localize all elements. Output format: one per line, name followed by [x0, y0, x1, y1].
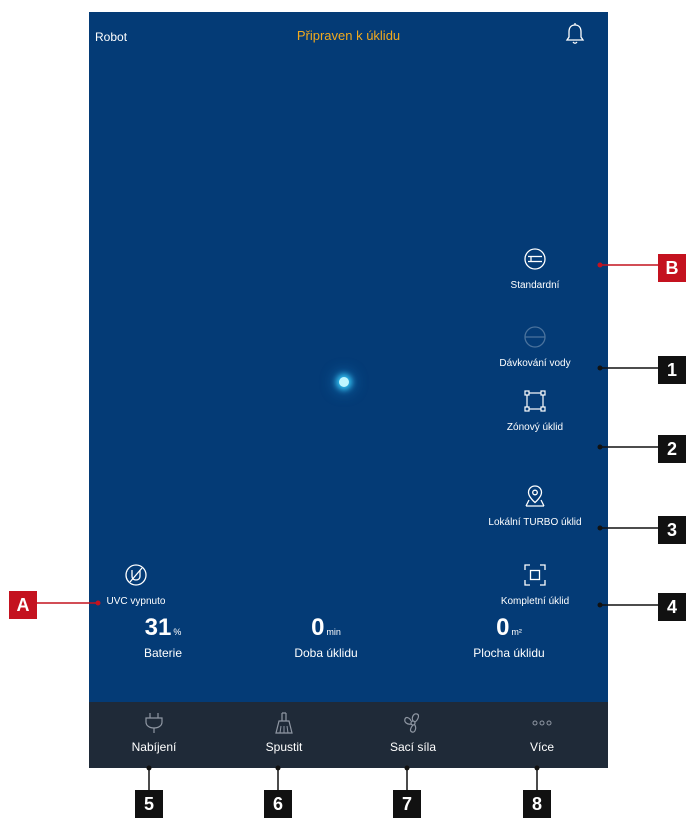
status-title: Připraven k úklidu	[296, 28, 401, 43]
full-clean-label: Kompletní úklid	[500, 596, 570, 607]
local-turbo-clean-button[interactable]: Lokální TURBO úklid	[460, 484, 608, 528]
full-clean-icon	[524, 564, 546, 586]
callout-8: 8	[523, 790, 551, 818]
app-screen: Robot Připraven k úklidu Standardní Dávk…	[89, 12, 608, 768]
full-clean-button[interactable]: Kompletní úklid	[460, 563, 608, 607]
callout-2: 2	[658, 435, 686, 463]
uvc-off-icon	[125, 564, 147, 586]
clean-area-unit: m²	[511, 627, 522, 637]
callout-a: A	[9, 591, 37, 619]
callout-1: 1	[658, 356, 686, 384]
standard-mode-label: Standardní	[510, 280, 560, 291]
nav-suction-power[interactable]: Sací síla	[348, 702, 478, 768]
zone-clean-button[interactable]: Zónový úklid	[460, 389, 608, 433]
clean-time-stat: 0 min Doba úklidu	[251, 614, 401, 660]
bell-icon[interactable]	[564, 22, 586, 46]
clean-time-label: Doba úklidu	[294, 646, 358, 660]
nav-suction-power-label: Sací síla	[389, 740, 437, 754]
nav-start[interactable]: Spustit	[219, 702, 349, 768]
zone-clean-label: Zónový úklid	[506, 422, 564, 433]
battery-value: 31	[144, 614, 172, 641]
clean-area-value: 0	[496, 614, 510, 641]
nav-more-label: Více	[529, 740, 554, 754]
uvc-label: UVC vypnuto	[106, 596, 166, 607]
clean-area-label: Plocha úklidu	[473, 646, 545, 660]
callout-5: 5	[135, 790, 163, 818]
callout-b: B	[658, 254, 686, 282]
location-pin-icon	[525, 485, 545, 507]
callout-7: 7	[393, 790, 421, 818]
callout-4: 4	[658, 593, 686, 621]
battery-unit: %	[173, 627, 182, 637]
bottom-nav: Nabíjení Spustit Sací síla Více	[89, 702, 608, 768]
nav-more[interactable]: Více	[477, 702, 607, 768]
fan-icon	[404, 713, 420, 733]
standard-mode-button[interactable]: Standardní	[460, 247, 608, 291]
clean-area-stat: 0 m² Plocha úklidu	[434, 614, 584, 660]
battery-stat: 31% Baterie	[89, 614, 238, 660]
callout-6: 6	[264, 790, 292, 818]
clean-time-unit: min	[326, 627, 341, 637]
robot-position-marker	[339, 377, 349, 387]
mode-standard-icon	[524, 248, 546, 270]
zone-clean-icon	[524, 390, 546, 412]
nav-charging-label: Nabíjení	[131, 740, 177, 754]
broom-icon	[275, 712, 293, 734]
plug-icon	[145, 713, 163, 733]
water-dosing-button[interactable]: Dávkování vody	[460, 325, 608, 369]
callout-3: 3	[658, 516, 686, 544]
manual-figure: Robot Připraven k úklidu Standardní Dávk…	[0, 0, 696, 820]
more-dots-icon	[532, 720, 552, 726]
water-dosing-label: Dávkování vody	[499, 358, 571, 369]
local-turbo-clean-label: Lokální TURBO úklid	[488, 517, 582, 528]
clean-time-value: 0	[311, 614, 325, 641]
battery-label: Baterie	[143, 646, 183, 660]
water-dosing-icon	[524, 326, 546, 348]
nav-charging[interactable]: Nabíjení	[89, 702, 219, 768]
nav-start-label: Spustit	[265, 740, 303, 754]
uvc-toggle-button[interactable]: UVC vypnuto	[89, 563, 211, 607]
